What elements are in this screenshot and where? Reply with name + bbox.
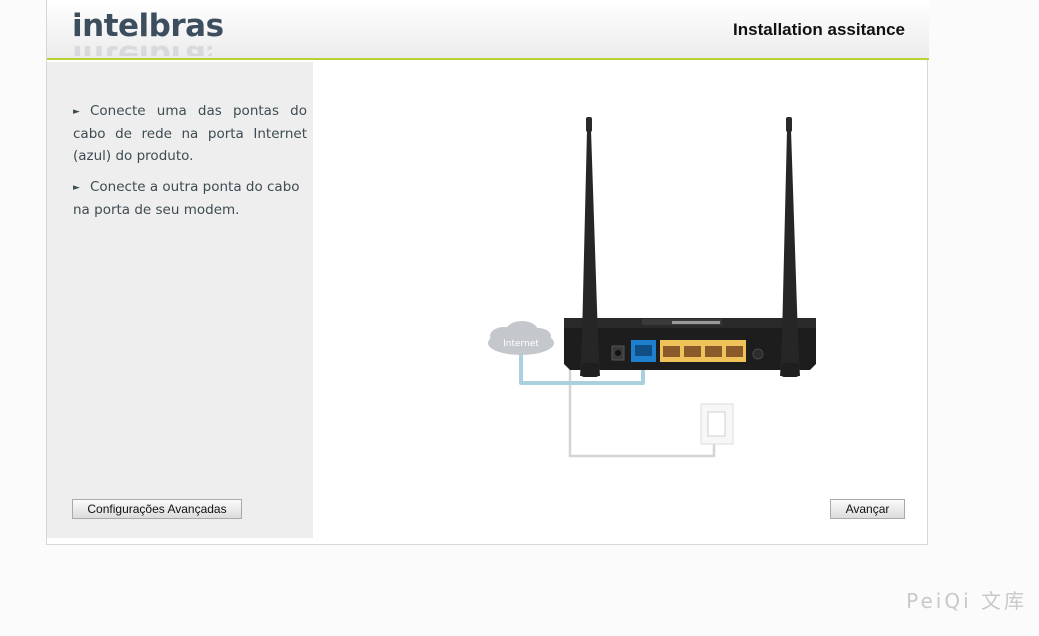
right-antenna-icon: [780, 117, 800, 377]
router-icon: [564, 318, 816, 370]
setup-window: intelbras intelbras Installation assitan…: [46, 0, 929, 545]
bullet-arrow-icon: ►: [73, 183, 80, 193]
instruction-item: ► Conecte uma das pontas do cabo de rede …: [73, 100, 307, 167]
bullet-arrow-icon: ►: [73, 107, 80, 117]
advanced-settings-button[interactable]: Configurações Avançadas: [72, 499, 242, 519]
instruction-text: Conecte a outra ponta do cabo na porta d…: [73, 179, 300, 218]
instructions-sidebar: ► Conecte uma das pontas do cabo de rede …: [47, 62, 313, 538]
internet-cloud-icon: Internet: [488, 321, 554, 355]
router-connection-diagram: Internet: [488, 117, 816, 458]
page-title: Installation assitance: [733, 20, 905, 39]
header-bar: intelbras intelbras Installation assitan…: [47, 0, 929, 60]
power-outlet-icon: [700, 403, 734, 445]
left-antenna-icon: [580, 117, 600, 377]
cloud-label: Internet: [503, 339, 539, 349]
logo-reflection: intelbras: [72, 44, 212, 56]
next-button[interactable]: Avançar: [830, 499, 905, 519]
intelbras-logo: intelbras: [72, 8, 224, 44]
instruction-text: Conecte uma das pontas do cabo de rede n…: [73, 103, 307, 164]
instruction-item: ► Conecte a outra ponta do cabo na porta …: [73, 176, 307, 221]
watermark: PeiQi 文库: [906, 589, 1027, 613]
